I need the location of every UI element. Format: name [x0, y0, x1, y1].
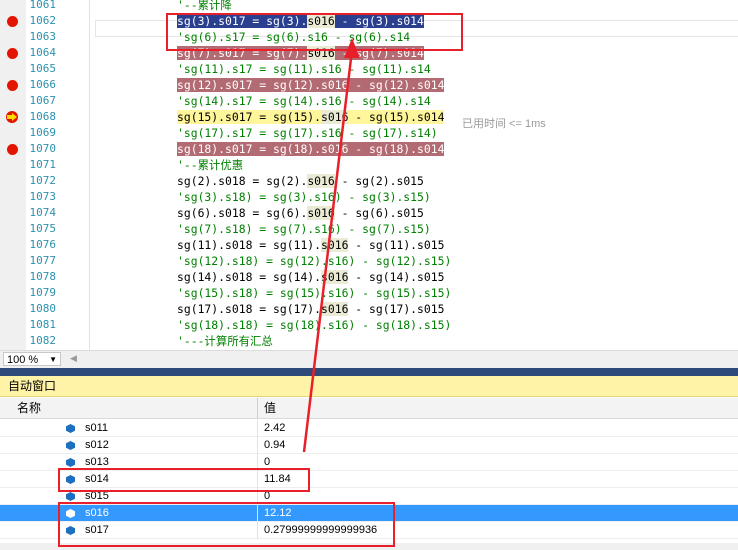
- annotation-arrow: [302, 38, 360, 453]
